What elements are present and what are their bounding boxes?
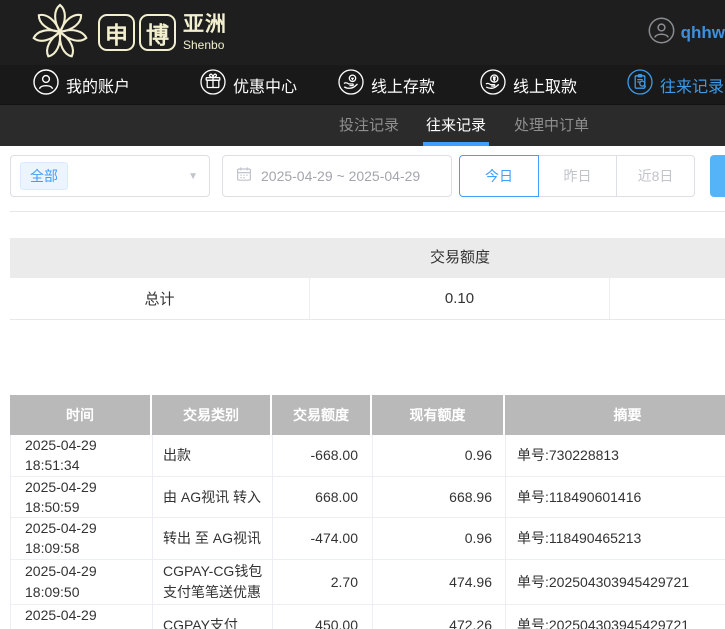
cell-balance: 0.96 xyxy=(373,435,506,476)
main-nav: 我的账户 优惠中心 xyxy=(0,65,725,104)
type-select[interactable]: 全部 ▼ xyxy=(10,155,210,197)
calendar-icon xyxy=(223,166,252,187)
tab-betting-records[interactable]: 投注记录 xyxy=(337,105,401,146)
table-row: 2025-04-29 18:09:50 CGPAY支付 450.00 472.2… xyxy=(10,605,725,629)
table-row: 2025-04-29 18:09:50 CGPAY-CG钱包支付笔笔送优惠 2.… xyxy=(10,560,725,605)
brand-char-shen: 申 xyxy=(98,14,135,51)
user-avatar-icon xyxy=(648,17,675,49)
cell-type: CGPAY支付 xyxy=(153,605,273,629)
type-select-tag[interactable]: 全部 xyxy=(20,162,68,190)
cell-time: 2025-04-29 18:09:50 xyxy=(11,560,153,604)
brand-char-bo: 博 xyxy=(139,14,176,51)
today-button[interactable]: 今日 xyxy=(459,155,539,197)
chevron-down-icon: ▼ xyxy=(188,171,198,182)
cell-memo: 单号:118490465213 xyxy=(506,518,725,559)
table-row: 2025-04-29 18:50:59 由 AG视讯 转入 668.00 668… xyxy=(10,477,725,519)
flower-logo-icon xyxy=(30,2,90,67)
nav-item-online-withdrawal[interactable]: 线上取款 xyxy=(480,65,577,104)
deposit-icon xyxy=(338,69,364,100)
summary-total-label: 总计 xyxy=(10,278,310,319)
cell-balance: 474.96 xyxy=(373,560,506,604)
cell-amount: 450.00 xyxy=(273,605,373,629)
last-8-days-button[interactable]: 近8日 xyxy=(616,155,695,197)
col-header-type: 交易类别 xyxy=(152,395,272,435)
transaction-records-page: 申 博 亚洲 Shenbo qhhw xyxy=(0,0,725,629)
nav-item-transaction-records[interactable]: 往来记录 xyxy=(627,65,724,104)
sub-nav: 投注记录 往来记录 处理中订单 xyxy=(0,104,725,146)
cell-time: 2025-04-29 18:09:50 xyxy=(11,605,153,629)
cell-time: 2025-04-29 18:51:34 xyxy=(11,435,153,476)
withdraw-icon xyxy=(480,69,506,100)
nav-item-label: 我的账户 xyxy=(66,73,130,97)
cell-memo: 单号:202504303945429721 xyxy=(506,560,725,604)
nav-item-online-deposit[interactable]: 线上存款 xyxy=(338,65,435,104)
col-header-time: 时间 xyxy=(10,395,152,435)
cell-type: 由 AG视讯 转入 xyxy=(153,477,273,518)
table-row: 2025-04-29 18:51:34 出款 -668.00 0.96 单号:7… xyxy=(10,435,725,477)
cell-amount: -668.00 xyxy=(273,435,373,476)
cell-type: 出款 xyxy=(153,435,273,476)
user-area[interactable]: qhhw xyxy=(648,0,725,65)
date-range-picker[interactable]: 2025-04-29 ~ 2025-04-29 xyxy=(222,155,452,197)
records-icon xyxy=(627,69,653,100)
cell-type: 转出 至 AG视讯 xyxy=(153,518,273,559)
nav-item-promotions[interactable]: 优惠中心 xyxy=(200,65,297,104)
search-button[interactable] xyxy=(710,155,725,197)
cell-balance: 472.26 xyxy=(373,605,506,629)
tab-transaction-records[interactable]: 往来记录 xyxy=(424,105,488,146)
summary-table: 交易额度 总计 0.10 xyxy=(10,238,725,320)
col-header-memo: 摘要 xyxy=(505,395,725,435)
cell-amount: -474.00 xyxy=(273,518,373,559)
nav-item-my-account[interactable]: 我的账户 xyxy=(33,65,130,104)
summary-total-value: 0.10 xyxy=(310,278,610,319)
date-range-value: 2025-04-29 ~ 2025-04-29 xyxy=(261,168,420,184)
filter-divider xyxy=(10,211,725,212)
tab-processing-orders[interactable]: 处理中订单 xyxy=(512,105,591,146)
gift-icon xyxy=(200,69,226,100)
cell-memo: 单号:730228813 xyxy=(506,435,725,476)
cell-memo: 单号:202504303945429721 xyxy=(506,605,725,629)
summary-empty-cell xyxy=(610,278,725,319)
col-header-amount: 交易额度 xyxy=(272,395,372,435)
nav-item-label: 线上存款 xyxy=(371,73,435,97)
nav-item-label: 线上取款 xyxy=(513,73,577,97)
summary-col-header: 交易额度 xyxy=(310,238,610,278)
cell-balance: 668.96 xyxy=(373,477,506,518)
brand-region-cn: 亚洲 xyxy=(183,14,227,35)
cell-balance: 0.96 xyxy=(373,518,506,559)
yesterday-button[interactable]: 昨日 xyxy=(538,155,617,197)
brand-region-en: Shenbo xyxy=(183,39,227,51)
username[interactable]: qhhw xyxy=(681,23,725,43)
records-table: 时间 交易类别 交易额度 现有额度 摘要 2025-04-29 18:51:34… xyxy=(10,395,725,629)
app-header: 申 博 亚洲 Shenbo qhhw xyxy=(0,0,725,65)
brand-region: 亚洲 Shenbo xyxy=(183,14,227,51)
summary-total-row: 总计 0.10 xyxy=(10,278,725,320)
col-header-balance: 现有额度 xyxy=(372,395,505,435)
nav-item-label: 往来记录 xyxy=(660,73,724,97)
cell-time: 2025-04-29 18:09:58 xyxy=(11,518,153,559)
records-table-header: 时间 交易类别 交易额度 现有额度 摘要 xyxy=(10,395,725,435)
summary-header-row: 交易额度 xyxy=(10,238,725,278)
quick-date-buttons: 今日 昨日 近8日 xyxy=(459,155,695,197)
cell-type: CGPAY-CG钱包支付笔笔送优惠 xyxy=(153,560,273,604)
table-row: 2025-04-29 18:09:58 转出 至 AG视讯 -474.00 0.… xyxy=(10,518,725,560)
cell-memo: 单号:118490601416 xyxy=(506,477,725,518)
cell-amount: 2.70 xyxy=(273,560,373,604)
account-icon xyxy=(33,69,59,100)
cell-time: 2025-04-29 18:50:59 xyxy=(11,477,153,518)
cell-amount: 668.00 xyxy=(273,477,373,518)
nav-item-label: 优惠中心 xyxy=(233,73,297,97)
